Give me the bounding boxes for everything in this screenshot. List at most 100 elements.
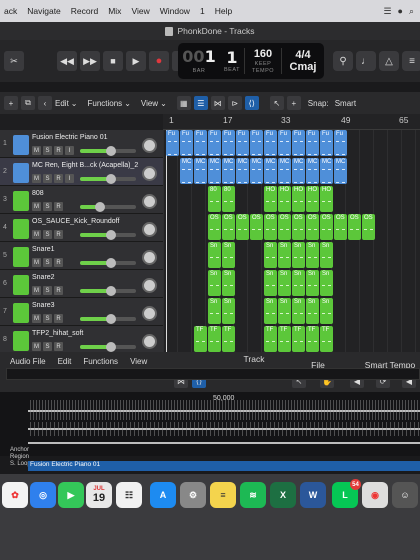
- flex-icon[interactable]: ⋈: [210, 96, 225, 110]
- record-enable-button[interactable]: R: [54, 174, 63, 183]
- menu-record[interactable]: Record: [71, 6, 98, 16]
- menu-track[interactable]: ack: [4, 6, 17, 16]
- region[interactable]: MC: [278, 158, 291, 184]
- back-icon[interactable]: ‹: [38, 96, 52, 110]
- count-in-icon[interactable]: ♩: [356, 51, 376, 71]
- volume-fader[interactable]: [80, 230, 136, 240]
- pan-knob[interactable]: [142, 334, 157, 349]
- snap-icon[interactable]: ⟨⟩: [244, 96, 259, 110]
- calendar-icon[interactable]: JUL 19: [86, 482, 112, 508]
- pointer-tool-icon[interactable]: ↖: [269, 96, 284, 110]
- region[interactable]: MC: [250, 158, 263, 184]
- track-header[interactable]: 7 Snare3 M S R: [0, 298, 163, 326]
- volume-fader[interactable]: [80, 174, 136, 184]
- search-icon[interactable]: ⌕: [409, 6, 414, 17]
- record-enable-button[interactable]: R: [54, 286, 63, 295]
- region[interactable]: Fu: [208, 130, 221, 156]
- region[interactable]: HO: [292, 186, 305, 212]
- record-enable-button[interactable]: R: [54, 258, 63, 267]
- track-name[interactable]: TFP2_hihat_soft: [32, 330, 83, 337]
- region[interactable]: Sn: [292, 242, 305, 268]
- word-icon[interactable]: W: [300, 482, 326, 508]
- excel-icon[interactable]: X: [270, 482, 296, 508]
- editor-view-menu[interactable]: View: [130, 357, 147, 366]
- list-view-icon[interactable]: ☰: [193, 96, 208, 110]
- solo-button[interactable]: S: [43, 258, 52, 267]
- volume-fader[interactable]: [80, 342, 136, 352]
- volume-fader[interactable]: [80, 258, 136, 268]
- lcd-display[interactable]: 001 BAR 1 BEAT 160 KEEP TEMPO 4/4 Cmaj: [178, 43, 324, 79]
- region[interactable]: Fu: [320, 130, 333, 156]
- region[interactable]: TF: [306, 326, 319, 352]
- region[interactable]: OS: [362, 214, 375, 240]
- editor-region[interactable]: Fusion Electric Piano 01: [28, 461, 420, 471]
- solo-button[interactable]: S: [43, 342, 52, 351]
- region[interactable]: MC: [292, 158, 305, 184]
- scissors-icon[interactable]: ✂: [4, 51, 24, 71]
- region[interactable]: Sn: [208, 298, 221, 324]
- grid-view-icon[interactable]: ▦: [176, 96, 191, 110]
- input-monitor-button[interactable]: I: [65, 146, 74, 155]
- volume-fader[interactable]: [80, 146, 136, 156]
- region[interactable]: OS: [320, 214, 333, 240]
- region[interactable]: OS: [250, 214, 263, 240]
- region[interactable]: MC: [222, 158, 235, 184]
- region[interactable]: MC: [194, 158, 207, 184]
- region[interactable]: MC: [236, 158, 249, 184]
- region[interactable]: Fu: [222, 130, 235, 156]
- region[interactable]: OS: [334, 214, 347, 240]
- mute-button[interactable]: M: [32, 202, 41, 211]
- volume-fader[interactable]: [80, 202, 136, 212]
- solo-button[interactable]: S: [43, 230, 52, 239]
- record-enable-button[interactable]: R: [54, 202, 63, 211]
- track-header[interactable]: 2 MC Ren, Eight B...ck (Acapella)_2 M S R I: [0, 158, 163, 186]
- record-enable-button[interactable]: R: [54, 146, 63, 155]
- menu-help[interactable]: Help: [215, 6, 232, 16]
- region[interactable]: Sn: [306, 298, 319, 324]
- metronome-icon[interactable]: △: [379, 51, 399, 71]
- track-header[interactable]: 1 Fusion Electric Piano 01 M S R I: [0, 130, 163, 158]
- region[interactable]: Fu: [334, 130, 347, 156]
- waveform-editor[interactable]: [0, 392, 420, 456]
- playhead[interactable]: [166, 130, 167, 352]
- menu-window[interactable]: Window: [160, 6, 190, 16]
- waveform-overview[interactable]: [6, 368, 420, 380]
- region[interactable]: Sn: [222, 298, 235, 324]
- solo-button[interactable]: S: [43, 146, 52, 155]
- snap-menu[interactable]: Snap: Smart: [308, 99, 356, 108]
- region[interactable]: MC: [306, 158, 319, 184]
- region[interactable]: Sn: [264, 298, 277, 324]
- pan-knob[interactable]: [142, 194, 157, 209]
- region[interactable]: Sn: [222, 270, 235, 296]
- system-settings-icon[interactable]: ⚙: [180, 482, 206, 508]
- volume-fader[interactable]: [80, 314, 136, 324]
- menu-mix[interactable]: Mix: [108, 6, 121, 16]
- spotify-icon[interactable]: ≋: [240, 482, 266, 508]
- mute-button[interactable]: M: [32, 342, 41, 351]
- region[interactable]: Fu: [194, 130, 207, 156]
- track-header[interactable]: 4 OS_SAUCE_Kick_Roundoff M S R: [0, 214, 163, 242]
- region[interactable]: OS: [292, 214, 305, 240]
- region[interactable]: Fu: [278, 130, 291, 156]
- region[interactable]: MC: [334, 158, 347, 184]
- menu-1[interactable]: 1: [200, 6, 205, 16]
- pan-knob[interactable]: [142, 278, 157, 293]
- region[interactable]: Sn: [292, 298, 305, 324]
- region[interactable]: HO: [264, 186, 277, 212]
- lcd-tempo[interactable]: 160 KEEP TEMPO: [245, 43, 281, 79]
- region[interactable]: Fu: [166, 130, 179, 156]
- volume-fader[interactable]: [80, 286, 136, 296]
- reminders-icon[interactable]: ☷: [116, 482, 142, 508]
- region[interactable]: Sn: [278, 242, 291, 268]
- region[interactable]: Sn: [278, 298, 291, 324]
- control-center-icon[interactable]: ☰: [383, 6, 391, 17]
- region[interactable]: Sn: [320, 298, 333, 324]
- region[interactable]: Fu: [180, 130, 193, 156]
- track-header[interactable]: 6 Snare2 M S R: [0, 270, 163, 298]
- pan-knob[interactable]: [142, 250, 157, 265]
- region[interactable]: Sn: [208, 242, 221, 268]
- audio-file-menu[interactable]: Audio File: [10, 357, 46, 366]
- region[interactable]: TF: [292, 326, 305, 352]
- forward-button[interactable]: ▶▶: [80, 51, 100, 71]
- track-name[interactable]: Snare1: [32, 246, 55, 253]
